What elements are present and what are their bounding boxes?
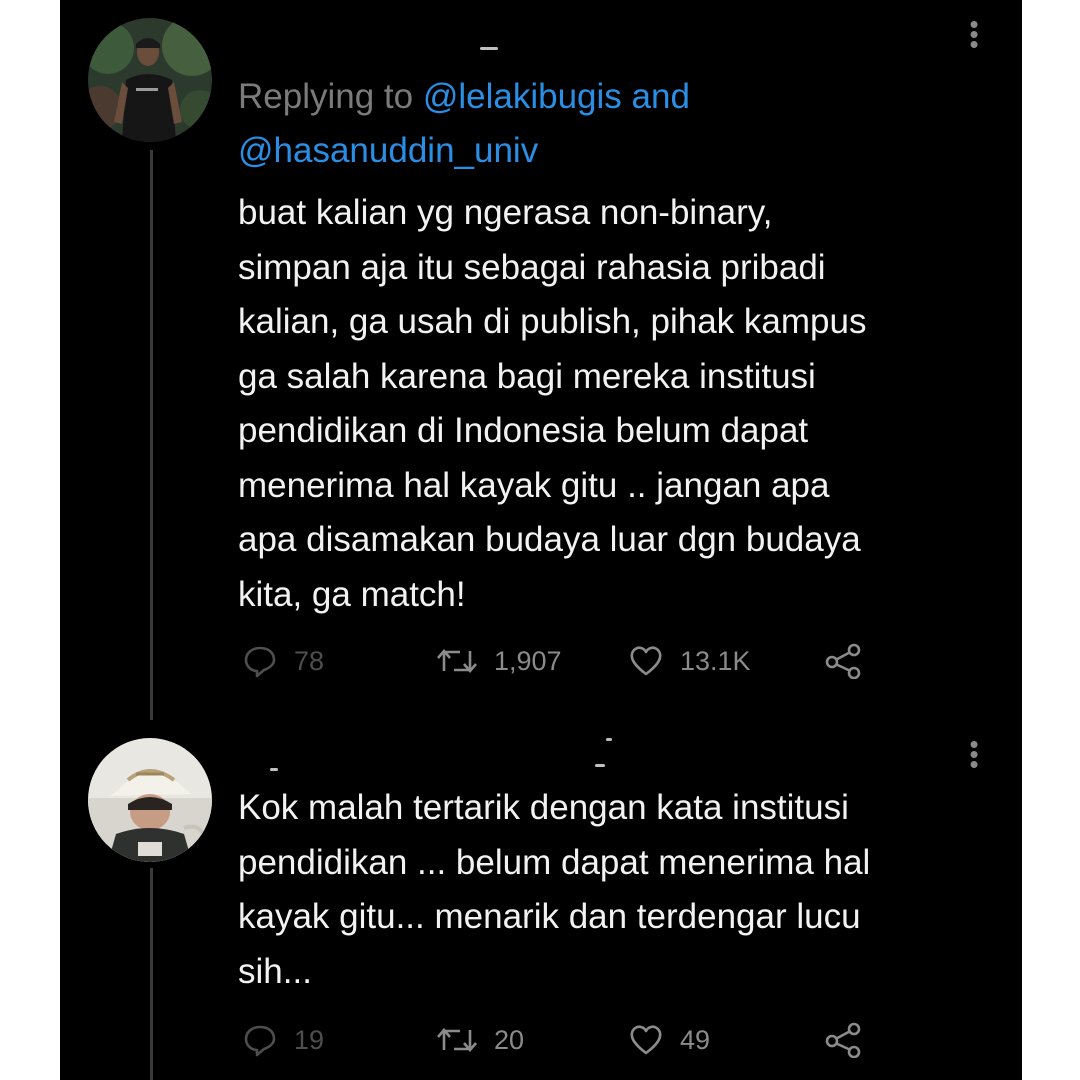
tweet-text-line: kalian, ga usah di publish, pihak kampus (238, 302, 867, 341)
mention-link[interactable]: @lelakibugis (423, 77, 622, 116)
reply-button[interactable]: 19 (242, 1020, 324, 1060)
obscured-username (480, 47, 498, 50)
like-count: 13.1K (680, 645, 751, 676)
share-button[interactable] (824, 1020, 880, 1060)
tweet-text-line: kita, ga match! (238, 574, 466, 614)
comment-bubble-icon (244, 1025, 276, 1057)
like-count: 49 (680, 1024, 711, 1055)
retweet-button[interactable]: 1,907 (436, 641, 562, 681)
like-button[interactable]: 13.1K (628, 641, 751, 681)
thread-connector-line (150, 868, 153, 1080)
tweet-text-line: ga salah karena bagi mereka institusi (238, 356, 816, 396)
retweet-count: 1,907 (494, 645, 562, 676)
avatar[interactable] (88, 18, 212, 142)
retweet-count: 20 (494, 1024, 525, 1055)
tweet-text-line: pendidikan di Indonesia belum dapat (238, 411, 809, 450)
replying-to: Replying to @lelakibugis and (238, 70, 690, 124)
share-nodes-icon (825, 643, 861, 679)
share-nodes-icon (825, 1022, 861, 1058)
replying-to-prefix: Replying to (238, 77, 423, 116)
replying-to-second-line: @hasanuddin_univ (238, 124, 538, 178)
tweet-text-line: menerima hal kayak gitu .. jangan apa (238, 465, 830, 505)
tweet-text-line: apa disamakan budaya luar dgn budaya (238, 520, 861, 559)
obscured-username (595, 764, 605, 767)
reply-button[interactable]: 78 (242, 641, 324, 681)
tweet-text-line: Kok malah tertarik dengan kata institusi (238, 788, 849, 827)
mention-joiner: and (621, 77, 690, 116)
tweet-thread-frame: • • • Replying to @lelakibugis and @hasanu… (60, 0, 1022, 1080)
avatar[interactable] (88, 738, 212, 862)
tweet-text-line: kayak gitu... menarik dan terdengar lucu (238, 897, 861, 936)
obscured-username (270, 768, 278, 771)
thread-connector-line (150, 150, 153, 720)
more-options-icon[interactable]: • • • (964, 731, 984, 778)
like-button[interactable]: 49 (628, 1020, 710, 1060)
mention-link[interactable]: @hasanuddin_univ (238, 131, 538, 170)
tweet-text-line: simpan aja itu sebagai rahasia pribadi (238, 247, 826, 287)
reply-count: 19 (294, 1024, 325, 1055)
heart-icon (630, 646, 662, 676)
retweet-arrows-icon (437, 1028, 477, 1052)
reply-count: 78 (294, 645, 325, 676)
retweet-arrows-icon (437, 649, 477, 673)
tweet-text-line: buat kalian yg ngerasa non-binary, (238, 193, 773, 232)
share-button[interactable] (824, 641, 880, 681)
more-options-icon[interactable]: • • • (964, 11, 984, 58)
retweet-button[interactable]: 20 (436, 1020, 524, 1060)
tweet-text: buat kalian yg ngerasa non-binary, simpa… (238, 186, 998, 622)
comment-bubble-icon (244, 646, 276, 678)
tweet-text-line: pendidikan ... belum dapat menerima hal (238, 842, 871, 882)
heart-icon (630, 1025, 662, 1055)
obscured-username (606, 738, 612, 741)
tweet-text-line: sih... (238, 951, 312, 991)
tweet-text: Kok malah tertarik dengan kata institusi… (238, 781, 998, 999)
